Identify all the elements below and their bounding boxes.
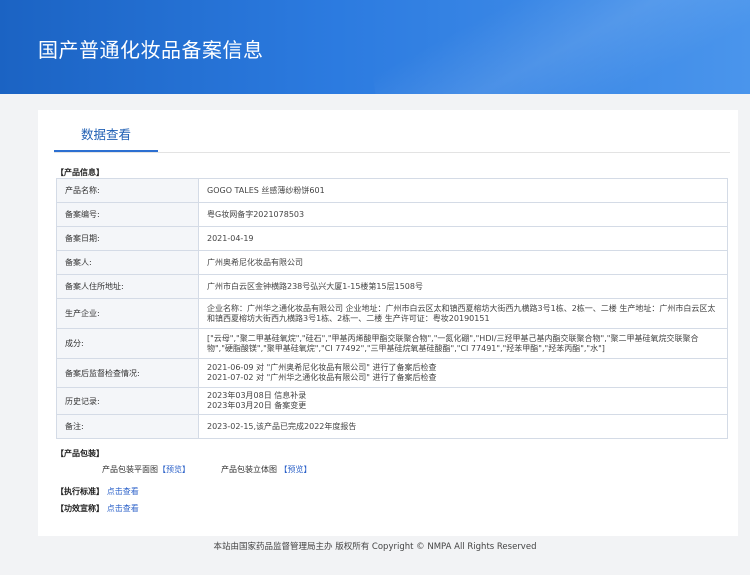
row-value: 2023年03月08日 信息补录 2023年03月20日 备案变更 [198,387,728,415]
row-value: 企业名称：广州华之通化妆品有限公司 企业地址：广州市白云区太和镇西夏榕坊大街西九… [198,298,728,329]
table-row: 备案后监督检查情况: 2021-06-09 对 "广州奥希尼化妆品有限公司" 进… [56,358,728,388]
table-row: 生产企业: 企业名称：广州华之通化妆品有限公司 企业地址：广州市白云区太和镇西夏… [56,298,728,329]
packaging-label: 【产品包装】 [56,449,104,458]
table-row: 成分: ["云母","聚二甲基硅氧烷","硅石","甲基丙烯酸甲酯交联聚合物",… [56,328,728,359]
standard-item: 【执行标准】 点击查看 [56,486,139,497]
efficacy-label: 【功效宣称】 [56,504,104,513]
tab-bar: 数据查看 [54,110,730,153]
table-row: 备案编号: 粤G妆网备字2021078503 [56,202,728,227]
footer-copyright: 本站由国家药品监督管理局主办 版权所有 Copyright © NMPA All… [213,542,537,552]
row-value: 广州奥希尼化妆品有限公司 [198,250,728,275]
row-value: GOGO TALES 丝感薄纱粉饼601 [198,178,728,203]
row-key: 历史记录: [56,387,199,415]
flat-package-label: 产品包装平面图 [102,465,158,474]
row-value: 粤G妆网备字2021078503 [198,202,728,227]
row-key: 备案后监督检查情况: [56,358,199,388]
row-key: 备案人住所地址: [56,274,199,299]
row-value: 2021-04-19 [198,226,728,251]
standard-view-link[interactable]: 点击查看 [107,487,139,496]
row-key: 备案人: [56,250,199,275]
banner-decoration [358,0,750,94]
row-key: 成分: [56,328,199,359]
table-row: 产品名称: GOGO TALES 丝感薄纱粉饼601 [56,178,728,203]
solid-package-preview-link[interactable]: 【预览】 [280,465,312,474]
product-info-table: 产品名称: GOGO TALES 丝感薄纱粉饼601 备案编号: 粤G妆网备字2… [56,178,728,439]
standard-label: 【执行标准】 [56,487,104,496]
efficacy-item: 【功效宣称】 点击查看 [56,503,139,514]
solid-package-label: 产品包装立体图 [221,465,277,474]
table-row: 备案人住所地址: 广州市白云区金钟横路238号弘兴大厦1-15楼第15层1508… [56,274,728,299]
tab-data-view[interactable]: 数据查看 [54,110,158,152]
header-banner: 国产普通化妆品备案信息 [0,0,750,94]
row-value: 广州市白云区金钟横路238号弘兴大厦1-15楼第15层1508号 [198,274,728,299]
row-key: 备案日期: [56,226,199,251]
product-info-label: 【产品信息】 [56,168,104,177]
table-row: 备案人: 广州奥希尼化妆品有限公司 [56,250,728,275]
row-key: 备注: [56,414,199,439]
solid-package-item: 产品包装立体图 【预览】 [221,464,312,475]
row-key: 产品名称: [56,178,199,203]
row-value: 2021-06-09 对 "广州奥希尼化妆品有限公司" 进行了备案后检查 202… [198,358,728,388]
flat-package-preview-link[interactable]: 【预览】 [158,465,190,474]
flat-package-item: 产品包装平面图【预览】 [102,464,190,475]
row-value: ["云母","聚二甲基硅氧烷","硅石","甲基丙烯酸甲酯交联聚合物","一氮化… [198,328,728,359]
row-key: 生产企业: [56,298,199,329]
content-card: 数据查看 【产品信息】 产品名称: GOGO TALES 丝感薄纱粉饼601 备… [38,110,738,536]
table-row: 历史记录: 2023年03月08日 信息补录 2023年03月20日 备案变更 [56,387,728,415]
table-row: 备注: 2023-02-15,该产品已完成2022年度报告 [56,414,728,439]
page-title: 国产普通化妆品备案信息 [38,38,264,62]
efficacy-view-link[interactable]: 点击查看 [107,504,139,513]
row-value: 2023-02-15,该产品已完成2022年度报告 [198,414,728,439]
table-row: 备案日期: 2021-04-19 [56,226,728,251]
row-key: 备案编号: [56,202,199,227]
